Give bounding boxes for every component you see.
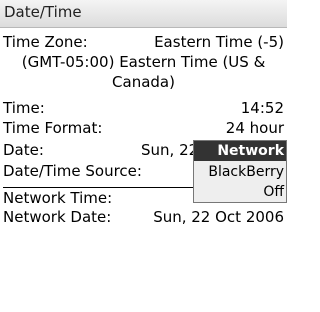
network-time-label: Network Time: — [3, 189, 113, 207]
time-zone-description: (GMT-05:00) Eastern Time (US & Canada) — [21, 53, 266, 91]
screen-title-bar: Date/Time — [0, 0, 287, 28]
date-time-source-dropdown[interactable]: Network BlackBerry Off — [193, 140, 287, 203]
date-time-source-label: Date/Time Source: — [3, 162, 142, 180]
time-row[interactable]: Time: 14:52 — [3, 98, 284, 118]
network-date-value: Sun, 22 Oct 2006 — [153, 208, 284, 226]
date-label: Date: — [3, 141, 44, 159]
dropdown-option-off[interactable]: Off — [194, 182, 286, 202]
time-value[interactable]: 14:52 — [241, 98, 284, 118]
time-format-value[interactable]: 24 hour — [226, 118, 284, 138]
time-zone-value[interactable]: Eastern Time (-5) — [154, 32, 284, 52]
dropdown-option-network[interactable]: Network — [194, 141, 286, 161]
time-label: Time: — [3, 99, 45, 117]
dropdown-option-blackberry[interactable]: BlackBerry — [194, 162, 286, 182]
time-format-label: Time Format: — [3, 119, 103, 137]
time-format-row[interactable]: Time Format: 24 hour — [3, 118, 284, 138]
network-date-row[interactable]: Network Date: Sun, 22 Oct 2006 — [3, 207, 284, 227]
screen-title: Date/Time — [4, 3, 82, 21]
time-zone-label: Time Zone: — [3, 33, 88, 51]
network-date-label: Network Date: — [3, 208, 112, 226]
